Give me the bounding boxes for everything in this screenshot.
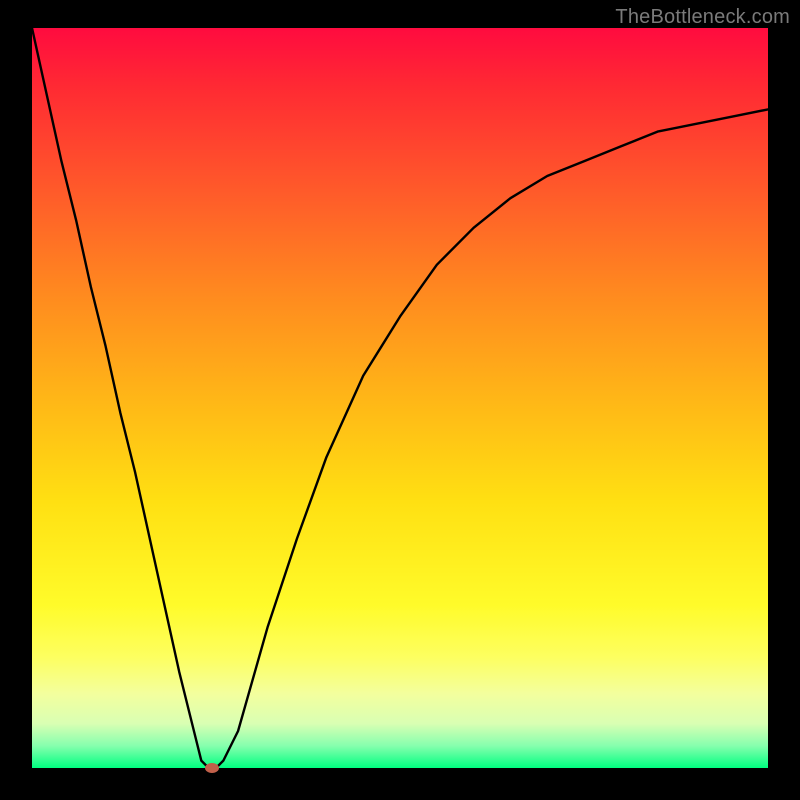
chart-frame: TheBottleneck.com bbox=[0, 0, 800, 800]
marker-dot bbox=[205, 763, 219, 773]
watermark-text: TheBottleneck.com bbox=[615, 6, 790, 29]
curve-svg bbox=[32, 28, 768, 768]
plot-area bbox=[32, 28, 768, 768]
curve-line bbox=[32, 28, 768, 768]
